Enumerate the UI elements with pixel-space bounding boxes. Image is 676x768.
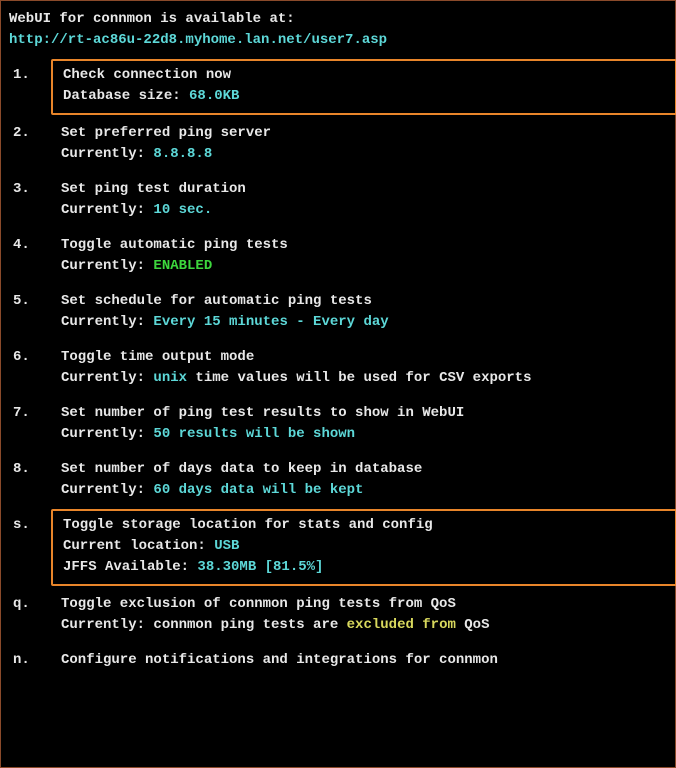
highlight-box: Check connection nowDatabase size: 68.0K… [51, 59, 676, 115]
menu-value: 50 results will be shown [153, 426, 355, 442]
menu-title: Set schedule for automatic ping tests [61, 291, 667, 312]
menu-status-b: JFFS Available: 38.30MB [81.5%] [63, 557, 665, 578]
menu-title: Toggle time output mode [61, 347, 667, 368]
menu-value: unix [153, 370, 187, 386]
menu-number: 7. [9, 403, 61, 424]
menu-status: Currently: 50 results will be shown [61, 424, 667, 445]
menu-content: Toggle exclusion of connmon ping tests f… [61, 594, 667, 636]
highlight-box: Toggle storage location for stats and co… [51, 509, 676, 586]
menu-item-6[interactable]: 6.Toggle time output modeCurrently: unix… [9, 347, 667, 389]
menu-content: Set preferred ping serverCurrently: 8.8.… [61, 123, 667, 165]
menu-status: Currently: unix time values will be used… [61, 368, 667, 389]
menu-value: excluded from [347, 617, 456, 633]
menu-value: 8.8.8.8 [153, 146, 212, 162]
header-url: http://rt-ac86u-22d8.myhome.lan.net/user… [9, 32, 387, 48]
menu-status: Currently: 60 days data will be kept [61, 480, 667, 501]
menu-value: USB [214, 538, 239, 554]
menu-value: 60 days data will be kept [153, 482, 363, 498]
menu-value: 10 sec. [153, 202, 212, 218]
menu-item-2[interactable]: 2.Set preferred ping serverCurrently: 8.… [9, 123, 667, 165]
menu-title: Set preferred ping server [61, 123, 667, 144]
menu-status: Currently: connmon ping tests are exclud… [61, 615, 667, 636]
menu-status: Currently: 10 sec. [61, 200, 667, 221]
webui-header: WebUI for connmon is available at: http:… [9, 9, 667, 51]
menu-content: Set number of ping test results to show … [61, 403, 667, 445]
menu-item-8[interactable]: 8.Set number of days data to keep in dat… [9, 459, 667, 501]
menu-item-n[interactable]: n.Configure notifications and integratio… [9, 650, 667, 671]
menu-content: Toggle storage location for stats and co… [61, 515, 667, 580]
menu-title: Check connection now [63, 65, 665, 86]
menu-value: 38.30MB [81.5%] [197, 559, 323, 575]
menu-item-s[interactable]: s.Toggle storage location for stats and … [9, 515, 667, 580]
menu-number: 6. [9, 347, 61, 368]
menu-number: 8. [9, 459, 61, 480]
menu-content: Toggle time output modeCurrently: unix t… [61, 347, 667, 389]
menu-item-4[interactable]: 4.Toggle automatic ping testsCurrently: … [9, 235, 667, 277]
menu-number: n. [9, 650, 61, 671]
menu-number: 3. [9, 179, 61, 200]
menu-content: Set schedule for automatic ping testsCur… [61, 291, 667, 333]
menu-status-a: Current location: USB [63, 536, 665, 557]
menu-title: Configure notifications and integrations… [61, 650, 667, 671]
menu-title: Toggle storage location for stats and co… [63, 515, 665, 536]
menu-status: Currently: 8.8.8.8 [61, 144, 667, 165]
menu-number: 5. [9, 291, 61, 312]
menu-title: Toggle automatic ping tests [61, 235, 667, 256]
menu-title: Set number of days data to keep in datab… [61, 459, 667, 480]
menu-title: Set ping test duration [61, 179, 667, 200]
menu-item-3[interactable]: 3.Set ping test durationCurrently: 10 se… [9, 179, 667, 221]
menu-content: Configure notifications and integrations… [61, 650, 667, 671]
menu-number: q. [9, 594, 61, 615]
menu-item-1[interactable]: 1.Check connection nowDatabase size: 68.… [9, 65, 667, 109]
menu-status: Database size: 68.0KB [63, 86, 665, 107]
menu-content: Check connection nowDatabase size: 68.0K… [61, 65, 667, 109]
menu-status: Currently: ENABLED [61, 256, 667, 277]
menu-content: Set number of days data to keep in datab… [61, 459, 667, 501]
menu-content: Set ping test durationCurrently: 10 sec. [61, 179, 667, 221]
menu-title: Set number of ping test results to show … [61, 403, 667, 424]
menu-content: Toggle automatic ping testsCurrently: EN… [61, 235, 667, 277]
menu-number: 4. [9, 235, 61, 256]
menu-value: 68.0KB [189, 88, 239, 104]
header-intro: WebUI for connmon is available at: [9, 11, 295, 27]
menu-item-q[interactable]: q.Toggle exclusion of connmon ping tests… [9, 594, 667, 636]
menu-item-5[interactable]: 5.Set schedule for automatic ping testsC… [9, 291, 667, 333]
menu-item-7[interactable]: 7.Set number of ping test results to sho… [9, 403, 667, 445]
menu-number: 2. [9, 123, 61, 144]
menu-status: Currently: Every 15 minutes - Every day [61, 312, 667, 333]
menu-value: ENABLED [153, 258, 212, 274]
menu-title: Toggle exclusion of connmon ping tests f… [61, 594, 667, 615]
menu-value: Every 15 minutes - Every day [153, 314, 388, 330]
